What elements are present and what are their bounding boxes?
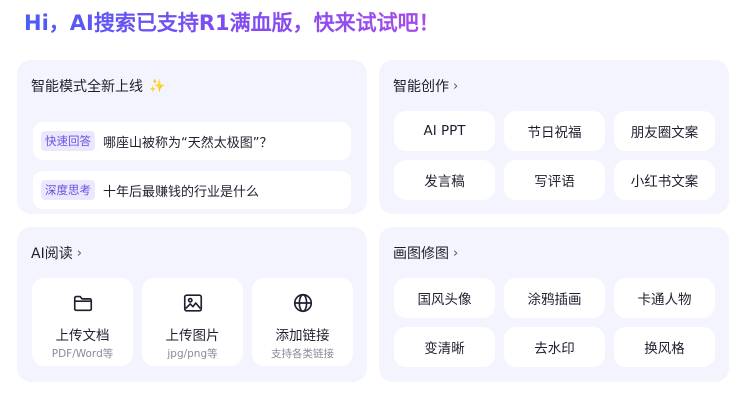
creation-button-comments[interactable]: 写评语 bbox=[504, 160, 605, 200]
sparkle-icon: ✨ bbox=[149, 78, 166, 94]
creation-title-text: 智能创作 bbox=[393, 79, 449, 95]
add-link-tile[interactable]: 添加链接 支持各类链接 bbox=[252, 278, 353, 366]
upload-document-sub: PDF/Word等 bbox=[51, 348, 114, 360]
upload-image-sub: jpg/png等 bbox=[167, 348, 218, 360]
creation-button-xiaohongshu-copy[interactable]: 小红书文案 bbox=[614, 160, 715, 200]
add-link-sub: 支持各类链接 bbox=[271, 348, 334, 360]
image-button-doodle-illustration[interactable]: 涂鸦插画 bbox=[504, 278, 605, 318]
headline: Hi，AI搜索已支持R1满血版，快来试试吧！ bbox=[24, 8, 440, 40]
image-button-remove-watermark[interactable]: 去水印 bbox=[504, 327, 605, 367]
image-title-text: 画图修图 bbox=[393, 246, 449, 262]
chevron-right-icon: › bbox=[453, 245, 459, 261]
creation-card-title[interactable]: 智能创作 › bbox=[393, 76, 458, 96]
image-icon bbox=[183, 294, 202, 312]
suggestion-deep-thinking[interactable]: 深度思考 十年后最赚钱的行业是什么 bbox=[33, 171, 351, 209]
upload-document-tile[interactable]: 上传文档 PDF/Word等 bbox=[32, 278, 133, 366]
suggestion-quick-answer[interactable]: 快速回答 哪座山被称为“天然太极图”？ bbox=[33, 122, 351, 160]
creation-button-speech[interactable]: 发言稿 bbox=[394, 160, 495, 200]
reading-card: AI阅读 › 上传文档 PDF/Word等 上传图片 jpg/png等 添加链接… bbox=[17, 227, 367, 382]
image-button-cartoon-character[interactable]: 卡通人物 bbox=[614, 278, 715, 318]
globe-icon bbox=[293, 293, 312, 313]
reading-card-title[interactable]: AI阅读 › bbox=[31, 243, 82, 263]
upload-image-tile[interactable]: 上传图片 jpg/png等 bbox=[142, 278, 243, 366]
quick-answer-tag: 快速回答 bbox=[41, 131, 95, 151]
folder-icon bbox=[73, 295, 92, 312]
creation-button-ai-ppt[interactable]: AI PPT bbox=[394, 111, 495, 151]
creation-card: 智能创作 › AI PPT 节日祝福 朋友圈文案 发言稿 写评语 小红书文案 bbox=[379, 60, 729, 214]
image-button-guofeng-avatar[interactable]: 国风头像 bbox=[394, 278, 495, 318]
new-mode-card-title: 智能模式全新上线 ✨ bbox=[31, 76, 165, 96]
creation-button-moments-copy[interactable]: 朋友圈文案 bbox=[614, 111, 715, 151]
chevron-right-icon: › bbox=[453, 78, 459, 94]
add-link-label: 添加链接 bbox=[275, 328, 330, 344]
reading-title-text: AI阅读 bbox=[31, 246, 73, 262]
creation-button-holiday-wishes[interactable]: 节日祝福 bbox=[504, 111, 605, 151]
new-mode-card: 智能模式全新上线 ✨ 快速回答 哪座山被称为“天然太极图”？ 深度思考 十年后最… bbox=[17, 60, 367, 214]
image-button-change-style[interactable]: 换风格 bbox=[614, 327, 715, 367]
image-card: 画图修图 › 国风头像 涂鸦插画 卡通人物 变清晰 去水印 换风格 bbox=[379, 227, 729, 382]
deep-thinking-tag: 深度思考 bbox=[41, 180, 95, 200]
new-mode-title-text: 智能模式全新上线 bbox=[31, 79, 143, 95]
chevron-right-icon: › bbox=[76, 245, 82, 261]
quick-answer-question: 哪座山被称为“天然太极图”？ bbox=[103, 135, 273, 151]
image-button-sharpen[interactable]: 变清晰 bbox=[394, 327, 495, 367]
upload-document-label: 上传文档 bbox=[55, 328, 110, 344]
image-card-title[interactable]: 画图修图 › bbox=[393, 243, 458, 263]
deep-thinking-question: 十年后最赚钱的行业是什么 bbox=[103, 184, 260, 200]
upload-image-label: 上传图片 bbox=[165, 328, 220, 344]
